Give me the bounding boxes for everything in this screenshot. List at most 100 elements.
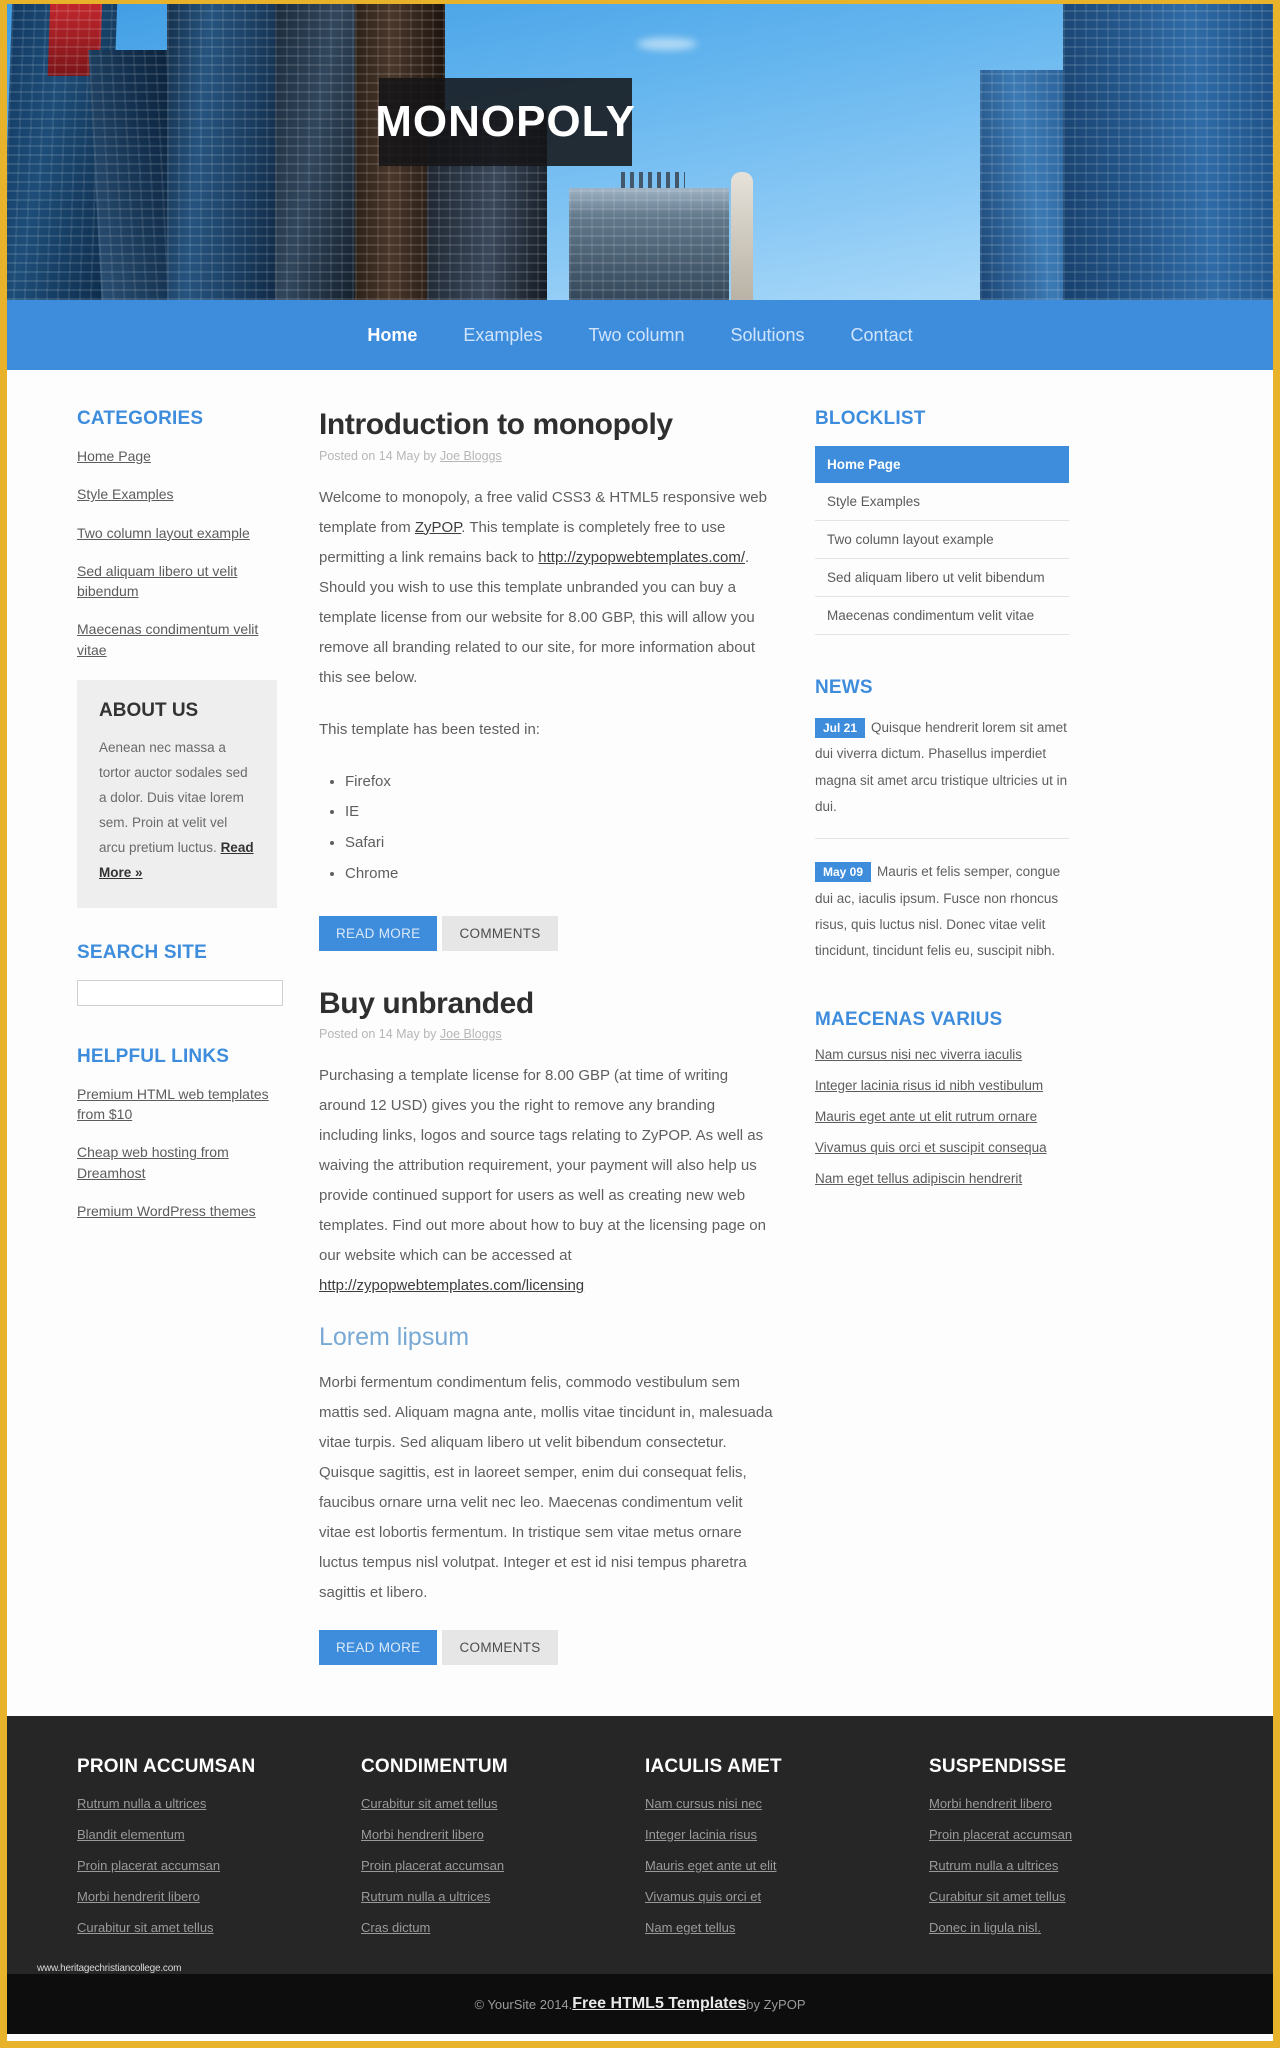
copyright-suffix: by ZyPOP [746,1996,806,2012]
window-grid [569,188,729,300]
blocklist-item-home-page[interactable]: Home Page [815,446,1069,483]
blocklist-item[interactable]: Maecenas condimentum velit vitae [815,597,1069,635]
footer-link[interactable]: Morbi hendrerit libero [77,1889,333,1904]
building-shape [275,4,363,300]
helpful-links-list: Premium HTML web templates from $10 Chea… [77,1084,277,1221]
nav-item-contact[interactable]: Contact [828,300,936,370]
footer-columns: PROIN ACCUMSAN Rutrum nulla a ultrices B… [7,1756,1273,1951]
footer-link[interactable]: Morbi hendrerit libero [361,1827,617,1842]
read-more-button[interactable]: READ MORE [319,915,438,951]
comments-button[interactable]: COMMENTS [442,915,558,951]
varius-link[interactable]: Nam cursus nisi nec viverra iaculis [815,1047,1069,1062]
free-templates-link[interactable]: Free HTML5 Templates [572,1995,746,2013]
news-item: Jul 21 Quisque hendrerit lorem sit amet d… [815,715,1069,840]
footer-link[interactable]: Proin placerat accumsan [361,1858,617,1873]
footer-link[interactable]: Rutrum nulla a ultrices [929,1858,1185,1873]
about-us-body: Aenean nec massa a tortor auctor sodales… [99,740,248,855]
copyright-prefix: © YourSite 2014. [474,1996,573,2012]
main-navigation: Home Examples Two column Solutions Conta… [7,300,1273,370]
news-date-badge: Jul 21 [815,718,866,738]
footer-link[interactable]: Curabitur sit amet tellus [77,1920,333,1935]
post-author-link[interactable]: Joe Bloggs [440,1027,502,1041]
post-title: Buy unbranded [319,986,534,1020]
category-link[interactable]: Style Examples [77,484,277,504]
blocklist-item[interactable]: Sed aliquam libero ut velit bibendum [815,559,1069,597]
footer-link[interactable]: Proin placerat accumsan [929,1827,1185,1842]
para-text: Purchasing a template license for 8.00 G… [319,1067,766,1265]
blocklist-item[interactable]: Two column layout example [815,521,1069,559]
post-body: Purchasing a template license for 8.00 G… [319,1061,773,1608]
footer-link[interactable]: Cras dictum [361,1920,617,1935]
varius-link[interactable]: Vivamus quis orci et suscipit consequa [815,1140,1069,1155]
post-author-link[interactable]: Joe Bloggs [440,449,502,463]
browser-item: Safari [345,828,773,859]
footer-column-suspendisse: SUSPENDISSE Morbi hendrerit libero Proin… [929,1756,1213,1951]
varius-link[interactable]: Nam eget tellus adipiscin hendrerit [815,1171,1069,1186]
footer-link[interactable]: Curabitur sit amet tellus [929,1889,1185,1904]
post-meta-prefix: Posted on 14 May by [319,448,440,463]
news-list: Jul 21 Quisque hendrerit lorem sit amet d… [815,715,1069,983]
licensing-link[interactable]: http://zypopwebtemplates.com/licensing [319,1277,584,1294]
footer-link[interactable]: Rutrum nulla a ultrices [361,1889,617,1904]
footer-column-title: PROIN ACCUMSAN [77,1756,256,1777]
footer-link[interactable]: Integer lacinia risus [645,1827,901,1842]
footer-link[interactable]: Morbi hendrerit libero [929,1796,1185,1811]
browser-list: Firefox IE Safari Chrome [345,767,773,890]
footer-column-iaculis-amet: IACULIS AMET Nam cursus nisi nec Integer… [645,1756,929,1951]
para-text-c: . Should you wish to use this template u… [319,548,756,686]
post-meta: Posted on 14 May by Joe Bloggs [319,449,773,463]
browser-item: Chrome [345,859,773,890]
category-link[interactable]: Two column layout example [77,523,277,543]
page-root: MONOPOLY Home Examples Two column Soluti… [0,0,1280,2048]
categories-list: Home Page Style Examples Two column layo… [77,446,277,660]
footer-link[interactable]: Mauris eget ante ut elit [645,1858,901,1873]
footer-column-proin-accumsan: PROIN ACCUMSAN Rutrum nulla a ultrices B… [77,1756,361,1951]
helpful-link[interactable]: Cheap web hosting from Dreamhost [77,1142,277,1183]
site-logo[interactable]: MONOPOLY [375,78,635,166]
comments-button[interactable]: COMMENTS [442,1630,558,1666]
building-shape [569,172,729,300]
right-sidebar: BLOCKLIST Home Page Style Examples Two c… [799,408,1069,1202]
nav-item-solutions[interactable]: Solutions [707,300,827,370]
left-sidebar: CATEGORIES Home Page Style Examples Two … [77,408,299,1239]
browser-item: IE [345,797,773,828]
site-logo-text: MONOPOLY [375,97,636,146]
browser-item: Firefox [345,767,773,798]
footer-link[interactable]: Nam eget tellus [645,1920,901,1935]
varius-link[interactable]: Integer lacinia risus id nibh vestibulum [815,1078,1069,1093]
zypop-url-link[interactable]: http://zypopwebtemplates.com/ [538,549,745,566]
category-link[interactable]: Sed aliquam libero ut velit bibendum [77,561,277,602]
cloud-shape [637,38,697,50]
tested-label: This template has been tested in: [319,720,540,738]
blocklist-item[interactable]: Style Examples [815,483,1069,521]
footer-link[interactable]: Donec in ligula nisl. [929,1920,1185,1935]
footer-link[interactable]: Rutrum nulla a ultrices [77,1796,333,1811]
footer-link[interactable]: Curabitur sit amet tellus [361,1796,617,1811]
footer-link[interactable]: Nam cursus nisi nec [645,1796,901,1811]
about-us-title: ABOUT US [99,700,199,722]
site-footer: PROIN ACCUMSAN Rutrum nulla a ultrices B… [7,1716,1273,2034]
copyright-bar: © YourSite 2014. Free HTML5 Templates by… [7,1974,1273,2034]
blocklist: Home Page Style Examples Two column layo… [815,446,1069,635]
main-content: Introduction to monopoly Posted on 14 Ma… [299,408,799,1701]
nav-item-two-column[interactable]: Two column [565,300,707,370]
helpful-link[interactable]: Premium WordPress themes [77,1201,277,1221]
article-buy-unbranded: Buy unbranded Posted on 14 May by Joe Bl… [319,987,773,1666]
zypop-link[interactable]: ZyPOP [415,519,461,536]
read-more-button[interactable]: READ MORE [319,1630,438,1666]
helpful-link[interactable]: Premium HTML web templates from $10 [77,1084,277,1125]
tower-shape [731,172,753,300]
footer-link[interactable]: Proin placerat accumsan [77,1858,333,1873]
varius-link[interactable]: Mauris eget ante ut elit rutrum ornare [815,1109,1069,1124]
footer-link[interactable]: Blandit elementum [77,1827,333,1842]
footer-column-condimentum: CONDIMENTUM Curabitur sit amet tellus Mo… [361,1756,645,1951]
footer-link[interactable]: Vivamus quis orci et [645,1889,901,1904]
post-title: Introduction to monopoly [319,408,673,441]
nav-item-examples[interactable]: Examples [440,300,565,370]
search-input[interactable] [77,979,283,1006]
nav-item-home[interactable]: Home [344,300,440,370]
category-link[interactable]: Home Page [77,446,277,466]
hero-banner: MONOPOLY [7,4,1273,300]
category-link[interactable]: Maecenas condimentum velit vitae [77,619,277,660]
building-shape [167,4,287,300]
